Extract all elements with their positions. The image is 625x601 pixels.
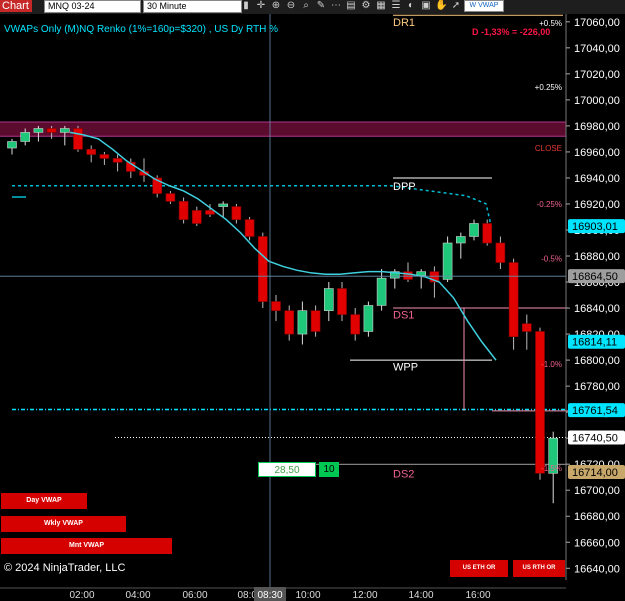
candle-body (284, 310, 295, 335)
x-tick-label: 02:00 (69, 590, 94, 601)
candle-body (442, 242, 453, 280)
candle-body (257, 236, 268, 302)
pct-label: -0.5% (541, 255, 562, 264)
candle-body (455, 236, 466, 244)
x-tick-label: 06:00 (182, 590, 207, 601)
x-tick-label: 10:00 (295, 590, 320, 601)
candle-body (178, 201, 189, 220)
candle-body (231, 206, 242, 220)
price-label: 16761,54 (572, 405, 618, 417)
y-tick-label: 16960,00 (574, 147, 620, 159)
price-label: 16903,01 (572, 221, 618, 233)
candle-body (205, 210, 215, 215)
candle-body (165, 193, 176, 202)
candle-body (7, 141, 17, 149)
candle-body (535, 331, 545, 474)
price-label: 16740,50 (572, 433, 618, 445)
copyright-text: © 2024 NinjaTrader, LLC (4, 562, 126, 574)
chart-title: VWAPs Only (M)NQ Renko (1%=160p=$320) , … (4, 24, 278, 35)
order-price-box[interactable]: 28,50 (258, 462, 316, 477)
y-tick-label: 17060,00 (574, 17, 620, 29)
candle-body (86, 149, 96, 155)
wkly-vwap-button[interactable]: Wkly VWAP (1, 516, 126, 532)
candle-body (192, 210, 202, 224)
y-tick-label: 17040,00 (574, 43, 620, 55)
candle-body (20, 132, 31, 142)
y-tick-label: 16980,00 (574, 121, 620, 133)
candle-body (59, 128, 70, 133)
y-tick-label: 16840,00 (574, 303, 620, 315)
candle-body (469, 223, 479, 237)
pct-label: CLOSE (535, 144, 562, 153)
candle-body (99, 154, 110, 159)
pct-label: +0.25% (535, 83, 562, 92)
x-tick-label: 04:00 (125, 590, 150, 601)
close-zone (0, 121, 566, 137)
x-tick-label: 16:00 (465, 590, 490, 601)
level-label: DR1 (393, 17, 415, 29)
candle-body (218, 203, 228, 207)
y-tick-label: 16800,00 (574, 355, 620, 367)
y-tick-label: 16880,00 (574, 251, 620, 263)
y-tick-label: 16640,00 (574, 563, 620, 575)
x-cursor-label: 08:30 (257, 590, 282, 601)
candle-body (310, 310, 321, 332)
candle-body (482, 223, 493, 244)
x-tick-label: 12:00 (352, 590, 377, 601)
candle-body (297, 310, 308, 335)
candle-body (508, 262, 519, 337)
price-chart[interactable]: 17060,00 17040,00 17020,00 17000,00 16980,00… (0, 0, 625, 601)
candle-body (244, 219, 255, 237)
candle-body (495, 242, 506, 263)
chart-background (0, 14, 625, 601)
pnl-readout: D -1,33% = -226,00 (472, 27, 551, 37)
candle-body (323, 288, 334, 311)
x-tick-label: 14:00 (408, 590, 433, 601)
candle-body (73, 128, 83, 150)
y-tick-label: 16920,00 (574, 199, 620, 211)
candle-body (271, 301, 281, 311)
price-label: 16814,11 (572, 337, 617, 349)
mnt-vwap-button[interactable]: Mnt VWAP (1, 538, 172, 554)
y-tick-label: 16660,00 (574, 537, 620, 549)
y-tick-label: 17000,00 (574, 95, 620, 107)
candle-body (521, 323, 532, 332)
y-tick-label: 16780,00 (574, 381, 620, 393)
candle-body (376, 277, 387, 306)
level-label: DPP (393, 181, 416, 193)
level-label: DS2 (393, 468, 414, 480)
order-qty-box[interactable]: 10 (319, 462, 339, 477)
candle-body (112, 158, 123, 163)
level-label: DS1 (393, 310, 414, 322)
us-eth-or-button[interactable]: US ETH OR (450, 560, 508, 577)
pct-label: -0.25% (537, 200, 562, 209)
candle-body (46, 128, 57, 133)
pct-label: -1.5% (541, 464, 562, 473)
candle-body (363, 305, 374, 332)
y-tick-label: 16940,00 (574, 173, 620, 185)
candle-body (350, 314, 361, 335)
candle-body (337, 288, 347, 315)
candle-body (403, 271, 413, 280)
pct-label: -1.0% (541, 360, 562, 369)
level-label: WPP (393, 362, 418, 374)
y-tick-label: 17020,00 (574, 69, 620, 81)
y-tick-label: 16680,00 (574, 511, 620, 523)
price-label: 16714,00 (572, 467, 618, 479)
day-vwap-button[interactable]: Day VWAP (1, 493, 87, 509)
y-tick-label: 16700,00 (574, 485, 620, 497)
price-label: 16864,50 (572, 271, 618, 283)
candle-body (33, 128, 44, 133)
us-rth-or-button[interactable]: US RTH OR (513, 560, 565, 577)
